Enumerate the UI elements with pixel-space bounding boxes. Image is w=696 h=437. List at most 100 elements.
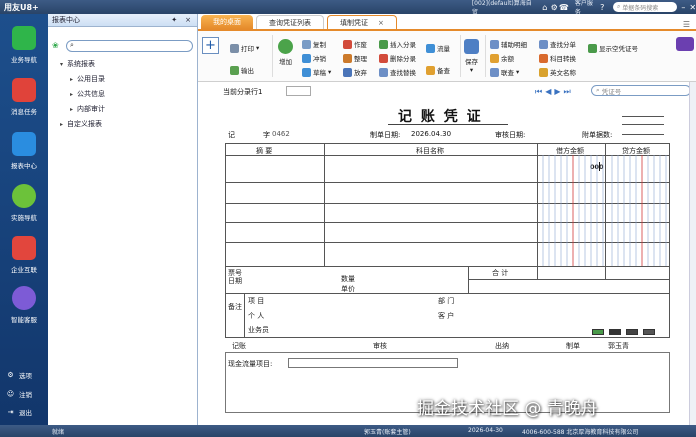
balance-button[interactable]: 余额 xyxy=(490,53,514,63)
person-label: 个 人 xyxy=(248,312,265,320)
nav-messages[interactable]: 消息任务 xyxy=(0,78,48,116)
settings-icon[interactable]: ⚙ xyxy=(549,2,558,12)
voucher-type-field[interactable]: 记 xyxy=(228,130,235,140)
tree-item-internal-audit[interactable]: ▸ 内部审计 xyxy=(70,104,105,114)
gear-icon: ⚙ xyxy=(7,371,14,379)
tab-close-icon[interactable]: × xyxy=(378,19,384,27)
voucher-no[interactable]: 0462 xyxy=(272,130,290,138)
save-icon xyxy=(464,39,479,54)
arrange-label: 整理 xyxy=(354,55,367,63)
tree-label: 内部审计 xyxy=(77,105,106,113)
subject-cell[interactable] xyxy=(325,157,537,181)
discard-icon xyxy=(343,67,352,77)
status-company: 4006-600-588 北京厚海教育科技有限公司 xyxy=(522,429,639,436)
tab-list-icon[interactable]: ☰ xyxy=(683,20,690,29)
new-voucher-button[interactable]: + xyxy=(202,37,219,54)
find-replace-icon xyxy=(379,67,388,77)
print-button[interactable]: 打印 ▾ xyxy=(230,43,259,53)
cashflow-button[interactable]: 流量 xyxy=(426,43,450,53)
remark-tool-icon[interactable] xyxy=(592,329,604,335)
memo-button[interactable]: 备查 xyxy=(426,65,450,75)
nav-smart-service[interactable]: 智能客服 xyxy=(0,286,48,324)
help-icon[interactable]: ? xyxy=(598,2,607,12)
corner-rule xyxy=(622,116,664,117)
report-center-panel: 报表中心 ✦ × ❀ ⌕ ▾ 系统报表 ▸ 公用目录 ▸ 公共信息 ▸ 内部审计 ▸ 自定… xyxy=(48,14,198,425)
left-navigation: 业务导航 消息任务 报表中心 实施导航 企业互联 智能客服 ⚙ 选项 ☺ 注销 ⇥ 退… xyxy=(0,14,48,425)
nav-enterprise[interactable]: 企业互联 xyxy=(0,236,48,274)
window-minimize-icon[interactable]: – xyxy=(681,3,685,12)
show-empty-voucher-button[interactable]: 显示空凭证号 xyxy=(588,43,638,53)
nav-implementation[interactable]: 实施导航 xyxy=(0,184,48,222)
panel-search-input[interactable]: ⌕ xyxy=(66,40,193,52)
voucher-navigation-icons[interactable]: ⏮◀▶⏭ xyxy=(535,87,574,97)
tab-fill-voucher[interactable]: 填制凭证 × xyxy=(327,15,397,29)
voucher-document: 当前分录行1 ⏮◀▶⏭ ⌕ 凭证号 记 账 凭 证 记 字 0462 制单日期:… xyxy=(198,82,696,425)
nav-business[interactable]: 业务导航 xyxy=(0,26,48,64)
tab-my-desktop[interactable]: 我的桌面 xyxy=(201,15,253,29)
department-label: 部 门 xyxy=(438,297,455,305)
offset-icon xyxy=(302,53,311,63)
aux-detail-button[interactable]: 辅助明细 xyxy=(490,39,527,49)
options-button[interactable]: ⚙ 选项 xyxy=(6,370,32,380)
english-name-button[interactable]: 英文名称 xyxy=(539,67,576,77)
find-replace-label: 查找替换 xyxy=(390,69,416,77)
find-replace-button[interactable]: 查找替换 xyxy=(379,67,416,77)
delete-entry-icon xyxy=(379,53,388,63)
subject-convert-button[interactable]: 科目转换 xyxy=(539,53,576,63)
arrange-icon xyxy=(343,53,352,63)
refresh-icon[interactable]: ❀ xyxy=(52,41,59,50)
tree-item-common-catalog[interactable]: ▸ 公用目录 xyxy=(70,74,105,84)
export-button[interactable]: 输出 xyxy=(230,65,254,75)
delete-entry-button[interactable]: 删除分录 xyxy=(379,53,416,63)
expand-icon: ▸ xyxy=(70,105,74,113)
customer-service-icon[interactable]: ☎ xyxy=(559,2,569,12)
draft-label: 草稿 xyxy=(313,69,326,77)
voucher-title: 记 账 凭 证 xyxy=(398,109,483,125)
tree-item-public-info[interactable]: ▸ 公共信息 xyxy=(70,89,105,99)
link-query-button[interactable]: 联查 ▾ xyxy=(490,67,519,77)
report-center-icon xyxy=(12,132,36,156)
assistant-icon[interactable] xyxy=(676,37,694,51)
panel-close-icon[interactable]: × xyxy=(185,16,191,24)
nav-report-center[interactable]: 报表中心 xyxy=(0,132,48,170)
find-entry-label: 查找分单 xyxy=(550,41,576,49)
find-entry-button[interactable]: 查找分单 xyxy=(539,39,576,49)
export-label: 输出 xyxy=(241,67,254,75)
nav-label: 报表中心 xyxy=(11,162,37,170)
insert-entry-label: 插入分录 xyxy=(390,41,416,49)
barcode-search-input[interactable]: ⌕ 单据条码搜索 xyxy=(612,2,678,12)
remark-tool-icon[interactable] xyxy=(626,329,638,335)
draft-button[interactable]: 草稿 ▾ xyxy=(302,67,331,77)
aux-detail-label: 辅助明细 xyxy=(501,41,527,49)
current-row-field[interactable] xyxy=(286,86,311,96)
tab-voucher-list[interactable]: 查询凭证列表 xyxy=(256,15,324,29)
save-button[interactable]: 保存 ▾ xyxy=(464,39,479,74)
exit-button[interactable]: ⇥ 退出 xyxy=(6,407,32,417)
window-close-icon[interactable]: ✕ xyxy=(689,3,696,12)
remark-tool-icon[interactable] xyxy=(643,329,655,335)
logout-button[interactable]: ☺ 注销 xyxy=(6,389,32,399)
tree-label: 公用目录 xyxy=(77,75,106,83)
tree-label: 自定义报表 xyxy=(67,120,103,128)
pin-icon[interactable]: ✦ xyxy=(171,16,177,24)
summary-cell[interactable] xyxy=(226,157,324,181)
message-task-icon xyxy=(12,78,36,102)
arrange-button[interactable]: 整理 xyxy=(343,53,367,63)
dropdown-icon: ▾ xyxy=(256,44,260,52)
vertical-scrollbar[interactable] xyxy=(689,82,696,425)
void-button[interactable]: 作废 xyxy=(343,39,367,49)
offset-button[interactable]: 冲销 xyxy=(302,53,326,63)
insert-entry-button[interactable]: 插入分录 xyxy=(379,39,416,49)
discard-button[interactable]: 放弃 xyxy=(343,67,367,77)
remark-tool-icon[interactable] xyxy=(609,329,621,335)
cashflow-input[interactable] xyxy=(288,358,458,368)
made-date-value[interactable]: 2026.04.30 xyxy=(411,130,451,138)
voucher-number-search[interactable]: ⌕ 凭证号 xyxy=(591,85,691,96)
add-button[interactable]: 增加 xyxy=(278,39,293,66)
tree-item-system-reports[interactable]: ▾ 系统报表 xyxy=(60,59,95,69)
tree-item-custom-reports[interactable]: ▸ 自定义报表 xyxy=(60,119,102,129)
home-icon[interactable]: ⌂ xyxy=(540,2,549,12)
tree-label: 公共信息 xyxy=(77,90,106,98)
copy-button[interactable]: 复制 xyxy=(302,39,326,49)
document-tabs: 我的桌面 查询凭证列表 填制凭证 × ☰ xyxy=(198,14,696,31)
